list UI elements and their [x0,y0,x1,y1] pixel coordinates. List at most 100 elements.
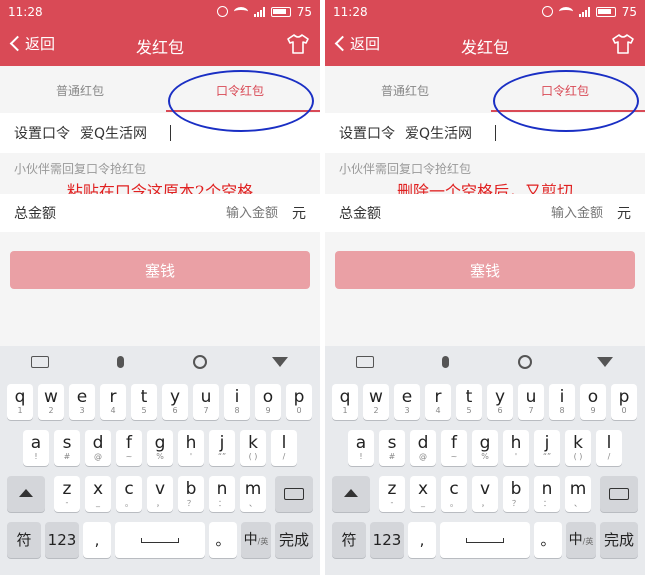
key-u[interactable]: u7 [193,384,219,420]
shift-key[interactable] [7,476,45,512]
space-key[interactable] [440,522,530,558]
space-key[interactable] [115,522,205,558]
key-z[interactable]: z- [379,476,405,512]
period-key[interactable]: 。 [534,522,562,558]
tab-normal-packet[interactable]: 普通红包 [325,66,485,112]
keyboard-settings-button[interactable] [510,350,540,374]
backspace-icon [609,488,629,500]
numbers-key[interactable]: 123 [370,522,404,558]
key-k[interactable]: k( ) [565,430,591,466]
key-letter: u [200,387,212,407]
key-letter: i [234,387,240,407]
key-i[interactable]: i8 [549,384,575,420]
delete-key[interactable] [600,476,638,512]
comma-key[interactable]: , [408,522,436,558]
amount-row: 总金额 元 [0,194,320,232]
keyboard-settings-button[interactable] [185,350,215,374]
voice-input-button[interactable] [105,350,135,374]
key-b[interactable]: b？ [178,476,204,512]
key-x[interactable]: x _ [85,476,111,512]
key-p[interactable]: p0 [286,384,312,420]
key-w[interactable]: w2 [38,384,64,420]
done-key[interactable]: 完成 [275,522,313,558]
key-t[interactable]: t5 [131,384,157,420]
key-s[interactable]: s # [379,430,405,466]
symbol-key[interactable]: 符 [7,522,41,558]
voice-input-button[interactable] [430,350,460,374]
key-q[interactable]: q1 [332,384,358,420]
submit-button[interactable]: 塞钱 [10,251,310,289]
comma-key[interactable]: , [83,522,111,558]
key-o[interactable]: o9 [255,384,281,420]
key-j[interactable]: j “” [209,430,235,466]
key-c[interactable]: c。 [441,476,467,512]
key-g[interactable]: g% [472,430,498,466]
key-d[interactable]: d @ [85,430,111,466]
key-q[interactable]: q1 [7,384,33,420]
shift-key[interactable] [332,476,370,512]
key-o[interactable]: o9 [580,384,606,420]
amount-unit: 元 [617,206,631,222]
key-e[interactable]: e3 [394,384,420,420]
key-letter: z [387,479,397,499]
symbol-key[interactable]: 符 [332,522,366,558]
key-h[interactable]: h ' [178,430,204,466]
key-e[interactable]: e3 [69,384,95,420]
tab-password-packet[interactable]: 口令红包 [485,66,645,112]
keyboard-switch-button[interactable] [25,350,55,374]
key-l[interactable]: l / [271,430,297,466]
tshirt-icon[interactable] [286,33,310,55]
key-n[interactable]: n： [534,476,560,512]
key-alt: _ [421,498,425,507]
key-h[interactable]: h ' [503,430,529,466]
delete-key[interactable] [275,476,313,512]
key-m[interactable]: m、 [565,476,591,512]
key-letter: t [465,387,473,407]
key-v[interactable]: v， [472,476,498,512]
key-f[interactable]: f ~ [441,430,467,466]
amount-input[interactable] [208,205,278,221]
amount-unit: 元 [292,206,306,222]
key-y[interactable]: y6 [162,384,188,420]
key-k[interactable]: k( ) [240,430,266,466]
language-key[interactable]: 中/英 [241,522,271,558]
tab-password-packet[interactable]: 口令红包 [160,66,320,112]
key-c[interactable]: c。 [116,476,142,512]
done-key[interactable]: 完成 [600,522,638,558]
key-letter: q [14,387,26,407]
key-x[interactable]: x _ [410,476,436,512]
period-key[interactable]: 。 [209,522,237,558]
key-i[interactable]: i8 [224,384,250,420]
language-key[interactable]: 中/英 [566,522,596,558]
key-m[interactable]: m、 [240,476,266,512]
numbers-key[interactable]: 123 [45,522,79,558]
submit-button[interactable]: 塞钱 [335,251,635,289]
key-l[interactable]: l / [596,430,622,466]
keyboard-switch-button[interactable] [350,350,380,374]
key-f[interactable]: f ~ [116,430,142,466]
key-r[interactable]: r4 [100,384,126,420]
hide-keyboard-button[interactable] [265,350,295,374]
tab-normal-packet[interactable]: 普通红包 [0,66,160,112]
password-input[interactable] [80,125,170,141]
key-r[interactable]: r4 [425,384,451,420]
key-z[interactable]: z- [54,476,80,512]
key-a[interactable]: a! [348,430,374,466]
hide-keyboard-button[interactable] [590,350,620,374]
key-p[interactable]: p0 [611,384,637,420]
key-w[interactable]: w2 [363,384,389,420]
key-y[interactable]: y6 [487,384,513,420]
password-input[interactable] [405,125,495,141]
key-n[interactable]: n： [209,476,235,512]
key-v[interactable]: v， [147,476,173,512]
key-u[interactable]: u7 [518,384,544,420]
tshirt-icon[interactable] [611,33,635,55]
key-d[interactable]: d @ [410,430,436,466]
key-b[interactable]: b？ [503,476,529,512]
key-s[interactable]: s # [54,430,80,466]
key-g[interactable]: g% [147,430,173,466]
amount-input[interactable] [533,205,603,221]
key-a[interactable]: a! [23,430,49,466]
key-t[interactable]: t5 [456,384,482,420]
key-j[interactable]: j “” [534,430,560,466]
